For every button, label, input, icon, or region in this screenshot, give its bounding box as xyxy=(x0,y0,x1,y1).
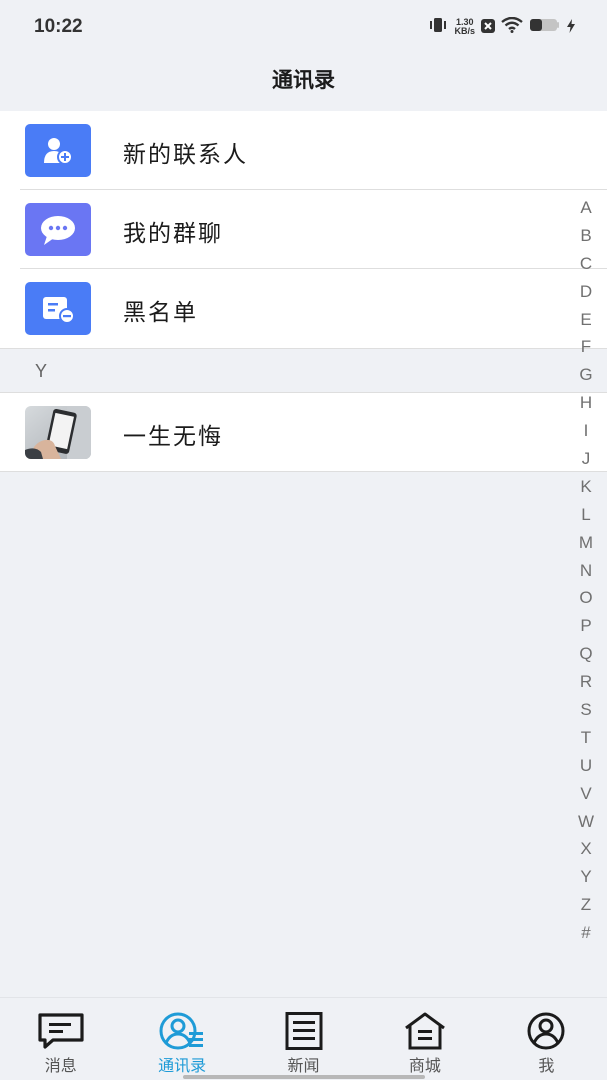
index-letter-m[interactable]: M xyxy=(577,529,595,557)
index-letter-c[interactable]: C xyxy=(577,250,595,278)
index-letter-a[interactable]: A xyxy=(577,194,595,222)
index-letter-h[interactable]: H xyxy=(577,389,595,417)
news-icon xyxy=(280,1012,328,1050)
index-letter-w[interactable]: W xyxy=(577,808,595,836)
status-time: 10:22 xyxy=(34,16,83,37)
page-title: 通讯录 xyxy=(272,68,335,92)
index-letter-n[interactable]: N xyxy=(577,557,595,585)
profile-icon xyxy=(522,1012,570,1050)
blacklist-icon xyxy=(25,282,91,335)
section-header: Y xyxy=(0,348,607,393)
add-contact-icon xyxy=(25,124,91,177)
wifi-icon xyxy=(501,16,523,37)
index-letter-p[interactable]: P xyxy=(577,612,595,640)
index-letter-s[interactable]: S xyxy=(577,696,595,724)
message-icon xyxy=(37,1012,85,1050)
index-letter-o[interactable]: O xyxy=(577,584,595,612)
header: 通讯录 xyxy=(0,52,607,111)
new-contacts-row[interactable]: 新的联系人 xyxy=(0,111,607,190)
contact-row[interactable]: 一生无悔 xyxy=(0,393,607,472)
network-speed-unit: KB/s xyxy=(454,26,475,36)
index-letter-hash[interactable]: # xyxy=(577,919,595,947)
status-icons: 1.30 KB/s xyxy=(428,16,575,38)
home-indicator xyxy=(183,1075,425,1079)
index-letter-l[interactable]: L xyxy=(577,501,595,529)
index-letter-f[interactable]: F xyxy=(577,333,595,361)
index-letter-g[interactable]: G xyxy=(577,361,595,389)
my-groups-row[interactable]: 我的群聊 xyxy=(0,190,607,269)
vibrate-icon xyxy=(428,17,448,37)
index-letter-t[interactable]: T xyxy=(577,724,595,752)
index-letter-j[interactable]: J xyxy=(577,445,595,473)
store-icon xyxy=(401,1012,449,1050)
index-letter-x[interactable]: X xyxy=(577,835,595,863)
battery-icon xyxy=(529,17,561,37)
tab-store[interactable]: 商城 xyxy=(364,998,485,1080)
alphabet-index-bar[interactable]: A B C D E F G H I J K L M N O P Q R S T U V W X Y Z # xyxy=(577,194,595,947)
section-letter: Y xyxy=(35,361,48,381)
index-letter-v[interactable]: V xyxy=(577,780,595,808)
index-letter-y[interactable]: Y xyxy=(577,863,595,891)
tab-news[interactable]: 新闻 xyxy=(243,998,364,1080)
status-bar: 10:22 1.30 KB/s xyxy=(0,0,607,52)
index-letter-q[interactable]: Q xyxy=(577,640,595,668)
blacklist-row[interactable]: 黑名单 xyxy=(0,269,607,348)
chat-bubble-icon xyxy=(25,203,91,256)
avatar xyxy=(25,406,91,459)
index-letter-e[interactable]: E xyxy=(577,306,595,334)
tab-messages-label: 消息 xyxy=(44,1056,77,1075)
new-contacts-label: 新的联系人 xyxy=(123,142,248,168)
blacklist-label: 黑名单 xyxy=(123,300,198,326)
contacts-icon xyxy=(158,1012,206,1050)
tab-messages[interactable]: 消息 xyxy=(0,998,121,1080)
network-speed: 1.30 KB/s xyxy=(454,18,475,36)
charging-icon xyxy=(567,18,575,37)
tab-store-label: 商城 xyxy=(408,1056,441,1075)
bottom-tab-bar: 消息 通讯录 新闻 商城 我 xyxy=(0,997,607,1080)
index-letter-r[interactable]: R xyxy=(577,668,595,696)
notification-x-icon xyxy=(481,18,495,37)
contact-name: 一生无悔 xyxy=(123,424,223,450)
tab-contacts-label: 通讯录 xyxy=(158,1056,207,1075)
tab-news-label: 新闻 xyxy=(287,1056,320,1075)
index-letter-d[interactable]: D xyxy=(577,278,595,306)
index-letter-z[interactable]: Z xyxy=(577,891,595,919)
tab-profile-label: 我 xyxy=(538,1056,555,1075)
tab-profile[interactable]: 我 xyxy=(486,998,607,1080)
index-letter-k[interactable]: K xyxy=(577,473,595,501)
index-letter-b[interactable]: B xyxy=(577,222,595,250)
my-groups-label: 我的群聊 xyxy=(123,221,223,247)
index-letter-u[interactable]: U xyxy=(577,752,595,780)
tab-contacts[interactable]: 通讯录 xyxy=(121,998,242,1080)
index-letter-i[interactable]: I xyxy=(577,417,595,445)
